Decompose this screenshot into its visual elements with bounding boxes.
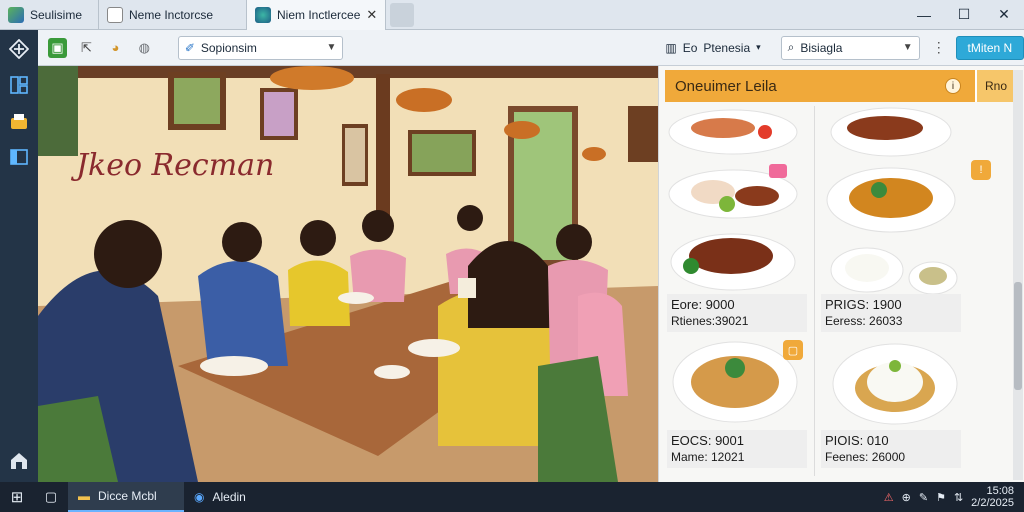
network-icon[interactable]: ⊕ <box>902 491 911 504</box>
panel-title: Oneuimer Leila <box>675 77 777 95</box>
tab-label: Niem Inctlercee <box>277 7 361 22</box>
document-icon <box>107 6 123 23</box>
system-tray: ⚠ ⊕ ✎ ⚑ ⇅ 15:08 2/2/2025 <box>884 485 1024 509</box>
item-price: PRIGS: 1900 <box>825 297 902 312</box>
language-value: Ptenesia <box>703 40 751 55</box>
language-select[interactable]: ▥ Eo Ptenesia ▾ <box>665 41 760 55</box>
main-select-value: Sopionsim <box>200 40 257 55</box>
toolbar: ▣ ⇱ ◕ ◍ ✐ Sopionsim ▼ ▥ Eo Ptenesia ▾ ⌕ … <box>38 30 1024 66</box>
scrollbar[interactable] <box>1013 70 1023 480</box>
info-icon[interactable]: i <box>945 78 961 94</box>
food-images <box>668 107 958 425</box>
taskbar-item-1[interactable]: ▬ Dicce Mcbl <box>68 482 184 512</box>
panel-icon[interactable] <box>8 146 30 168</box>
grid-icon[interactable] <box>8 74 30 96</box>
chevron-down-icon: ▼ <box>326 42 337 53</box>
panel-tag[interactable]: Rno <box>975 70 1015 102</box>
search-icon: ⌕ <box>787 40 795 54</box>
title-bar: Seulisime Neme Inctorcse Niem Inctlercee… <box>0 0 1024 30</box>
taskbar-item-label: Aledin <box>212 490 246 504</box>
app-icon <box>8 6 24 23</box>
item-price: Eore: 9000 <box>671 297 735 312</box>
warning-icon[interactable]: ⚠ <box>884 491 894 504</box>
item-meta: Eeress: 26033 <box>825 314 903 328</box>
sync-icon[interactable]: ⇅ <box>954 491 963 504</box>
palette-icon[interactable]: ◕ <box>106 38 125 58</box>
edit-icon: ✐ <box>184 40 195 55</box>
search-select[interactable]: ⌕ Bisiagla ▼ <box>780 35 920 60</box>
tab-3[interactable]: Niem Inctlercee ✕ <box>246 0 386 30</box>
windows-start-icon[interactable]: ⊞ <box>0 488 34 506</box>
primary-button[interactable]: tMiten N <box>955 35 1024 60</box>
scrollbar-thumb[interactable] <box>1014 282 1022 390</box>
pointer-icon[interactable]: ⇱ <box>77 38 96 58</box>
taskbar-item-2[interactable]: ◉ Aledin <box>184 482 256 512</box>
chevron-down-icon: ▼ <box>902 42 913 53</box>
item-meta: Mame: 12021 <box>671 450 745 464</box>
menu-panel: Oneuimer Leila i Rno ! ▢ Eore: 9000 Rtie… <box>658 66 1024 482</box>
tab-label: Neme Inctorcse <box>129 7 214 22</box>
tag-icon[interactable]: ◍ <box>135 38 154 58</box>
flag-icon[interactable]: ⚑ <box>936 491 946 504</box>
wall-sign: Jkeo Recman <box>76 148 275 183</box>
item-meta: Rtienes:39021 <box>671 314 749 328</box>
search-value: Bisiagla <box>800 40 843 55</box>
tab-label: Seulisime <box>30 7 83 22</box>
more-menu-icon[interactable]: ⋮ <box>932 39 946 56</box>
screen: Seulisime Neme Inctorcse Niem Inctlercee… <box>0 0 1024 512</box>
home-icon[interactable] <box>8 450 30 472</box>
image-icon[interactable]: ▣ <box>48 37 67 58</box>
taskbar: ⊞ ▢ ▬ Dicce Mcbl ◉ Aledin ⚠ ⊕ ✎ ⚑ ⇅ 15:0… <box>0 482 1024 512</box>
diamond-nav-icon[interactable] <box>8 38 30 60</box>
globe-icon <box>255 6 271 23</box>
bag-icon[interactable] <box>8 110 30 132</box>
item-meta: Feenes: 26000 <box>825 450 906 464</box>
bookmark-icon[interactable]: ▢ <box>783 340 803 360</box>
clock-time: 15:08 <box>986 485 1014 497</box>
window-controls: — ☐ ✕ <box>904 0 1024 30</box>
task-view-icon[interactable]: ▢ <box>34 489 68 505</box>
chevron-down-icon: ▾ <box>756 42 761 52</box>
item-caption-2: PRIGS: 1900 Eeress: 26033 <box>821 294 961 332</box>
maximize-button[interactable]: ☐ <box>944 0 984 30</box>
folder-icon: ▬ <box>78 489 90 503</box>
language-prefix: Eo <box>682 40 698 55</box>
taskbar-item-label: Dicce Mcbl <box>98 489 157 503</box>
close-button[interactable]: ✕ <box>984 0 1024 30</box>
browser-icon: ◉ <box>194 490 205 504</box>
label-icon[interactable]: ! <box>971 160 991 180</box>
item-caption-1: Eore: 9000 Rtienes:39021 <box>667 294 807 332</box>
panel-header: Oneuimer Leila i Rno <box>665 70 1015 102</box>
minimize-button[interactable]: — <box>904 0 944 30</box>
tab-2[interactable]: Neme Inctorcse <box>98 0 246 30</box>
clock-date: 2/2/2025 <box>971 497 1014 509</box>
clock[interactable]: 15:08 2/2/2025 <box>971 485 1014 509</box>
pen-icon[interactable]: ✎ <box>919 491 928 504</box>
item-caption-4: PIOIS: 010 Feenes: 26000 <box>821 430 961 468</box>
restaurant-illustration: Jkeo Recman <box>38 66 658 482</box>
item-price: PIOIS: 010 <box>825 433 889 448</box>
new-tab-button[interactable] <box>390 2 414 27</box>
item-price: EOCS: 9001 <box>671 433 744 448</box>
main-select[interactable]: ✐ Sopionsim ▼ <box>177 35 344 60</box>
layout-icon: ▥ <box>665 40 677 55</box>
close-tab-icon[interactable]: ✕ <box>366 7 377 23</box>
app-sidebar <box>0 30 38 482</box>
item-caption-3: EOCS: 9001 Mame: 12021 <box>667 430 807 468</box>
tab-1[interactable]: Seulisime <box>0 0 98 30</box>
